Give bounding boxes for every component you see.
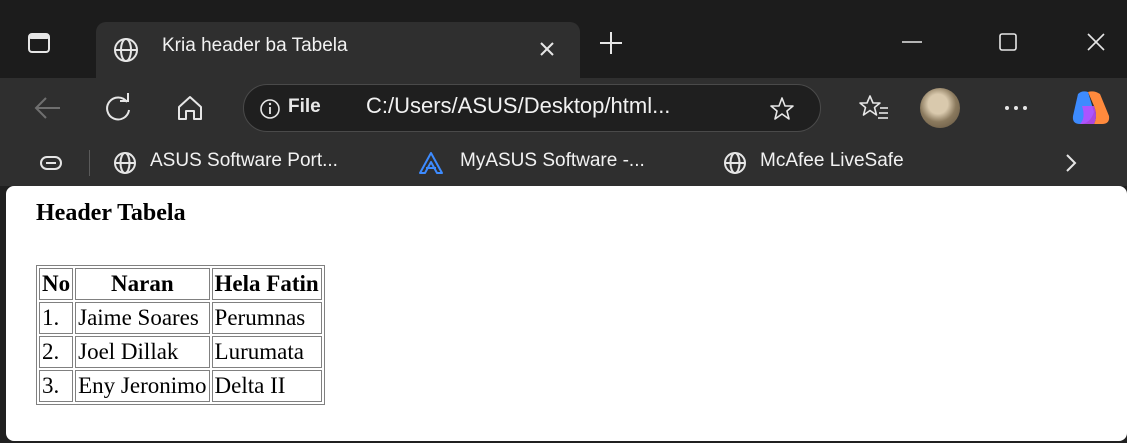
toolbar: File C:/Users/ASUS/Desktop/html... [0,78,1127,140]
more-options-icon[interactable] [998,90,1034,126]
new-tab-icon[interactable] [596,28,626,58]
globe-icon [114,152,136,174]
refresh-icon[interactable] [100,90,136,126]
table-row: 2. Joel Dillak Lurumata [39,336,322,368]
table-row: 1. Jaime Soares Perumnas [39,302,322,334]
table-cell: Lurumata [211,336,322,368]
table-row: 3. Eny Jeronimo Delta II [39,370,322,402]
globe-icon [724,152,746,174]
table-cell: Perumnas [211,302,322,334]
column-header: Naran [75,268,210,300]
column-header: Hela Fatin [211,268,322,300]
myasus-logo-icon [419,152,443,174]
bookmark-mcafee-livesafe[interactable]: McAfee LiveSafe [760,150,904,172]
column-header: No [39,268,74,300]
url-text[interactable]: C:/Users/ASUS/Desktop/html... [366,93,670,119]
tab-actions-icon[interactable] [26,30,52,56]
bookmark-asus-software-portal[interactable]: ASUS Software Port... [150,150,338,172]
copilot-icon[interactable] [1068,88,1114,130]
table-cell: 2. [39,336,74,368]
title-bar: Kria header ba Tabela [0,0,1127,90]
chevron-right-icon[interactable] [1058,150,1084,176]
scheme-label: File [288,96,321,117]
collections-icon[interactable] [38,150,64,176]
globe-icon [114,38,138,62]
table-cell: Jaime Soares [75,302,210,334]
favorite-star-icon[interactable] [768,95,796,123]
bookmark-myasus-software[interactable]: MyASUS Software -... [460,150,645,172]
page-viewport: Header Tabela No Naran Hela Fatin 1. Jai… [6,186,1127,441]
table-cell: 1. [39,302,74,334]
bookmarks-bar: ASUS Software Port... MyASUS Software -.… [0,140,1127,186]
tab-active[interactable]: Kria header ba Tabela [96,22,580,80]
table-cell: 3. [39,370,74,402]
back-icon[interactable] [30,90,66,126]
table-cell: Eny Jeronimo [75,370,210,402]
favorites-icon[interactable] [856,90,892,126]
page-heading: Header Tabela [36,200,186,226]
table-header-row: No Naran Hela Fatin [39,268,322,300]
profile-avatar[interactable] [920,88,960,128]
address-bar[interactable]: File C:/Users/ASUS/Desktop/html... [243,84,821,132]
table-cell: Delta II [211,370,322,402]
bookmarks-divider [89,150,90,176]
maximize-icon[interactable] [988,22,1028,62]
home-icon[interactable] [172,90,208,126]
minimize-icon[interactable] [892,22,932,62]
data-table: No Naran Hela Fatin 1. Jaime Soares Peru… [36,265,325,405]
info-icon[interactable] [258,97,282,121]
close-tab-icon[interactable] [534,36,560,62]
tab-title: Kria header ba Tabela [162,35,348,56]
table-cell: Joel Dillak [75,336,210,368]
close-window-icon[interactable] [1076,22,1116,62]
